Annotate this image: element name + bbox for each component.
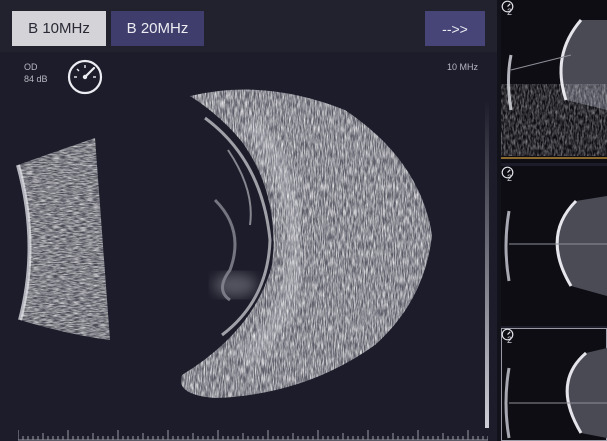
b-10mhz-button[interactable]: B 10MHz	[12, 11, 106, 46]
distance-ruler	[18, 430, 488, 441]
thumbnail-scan-3[interactable]: 2	[501, 328, 607, 441]
next-arrow-button[interactable]: -->>	[425, 11, 485, 46]
gauge-icon[interactable]	[65, 56, 105, 96]
thumbnail-gauge-icon	[501, 166, 514, 179]
toolbar: B 10MHz B 20MHz -->>	[0, 0, 497, 52]
gain-label: 84 dB	[24, 74, 48, 84]
thumbnail-gauge-icon	[501, 0, 514, 13]
b-scan-image[interactable]	[0, 52, 497, 428]
thumbnail-image-2	[504, 196, 607, 296]
frequency-label: 10 MHz	[447, 62, 479, 72]
thumbnail-gauge-icon	[501, 328, 514, 341]
depth-scale-bar	[485, 100, 489, 428]
ultrasound-viewer: B 10MHz B 20MHz -->> OD 84 dB 10 MHz 2 2…	[0, 0, 607, 441]
b-20mhz-button[interactable]: B 20MHz	[111, 11, 204, 46]
thumbnail-image-1	[501, 19, 607, 159]
thumbnail-scan-2[interactable]: 2	[501, 166, 607, 326]
thumbnail-scan-1[interactable]: 2	[501, 0, 607, 163]
thumbnail-image-3	[504, 348, 607, 439]
eye-label: OD	[24, 62, 38, 72]
